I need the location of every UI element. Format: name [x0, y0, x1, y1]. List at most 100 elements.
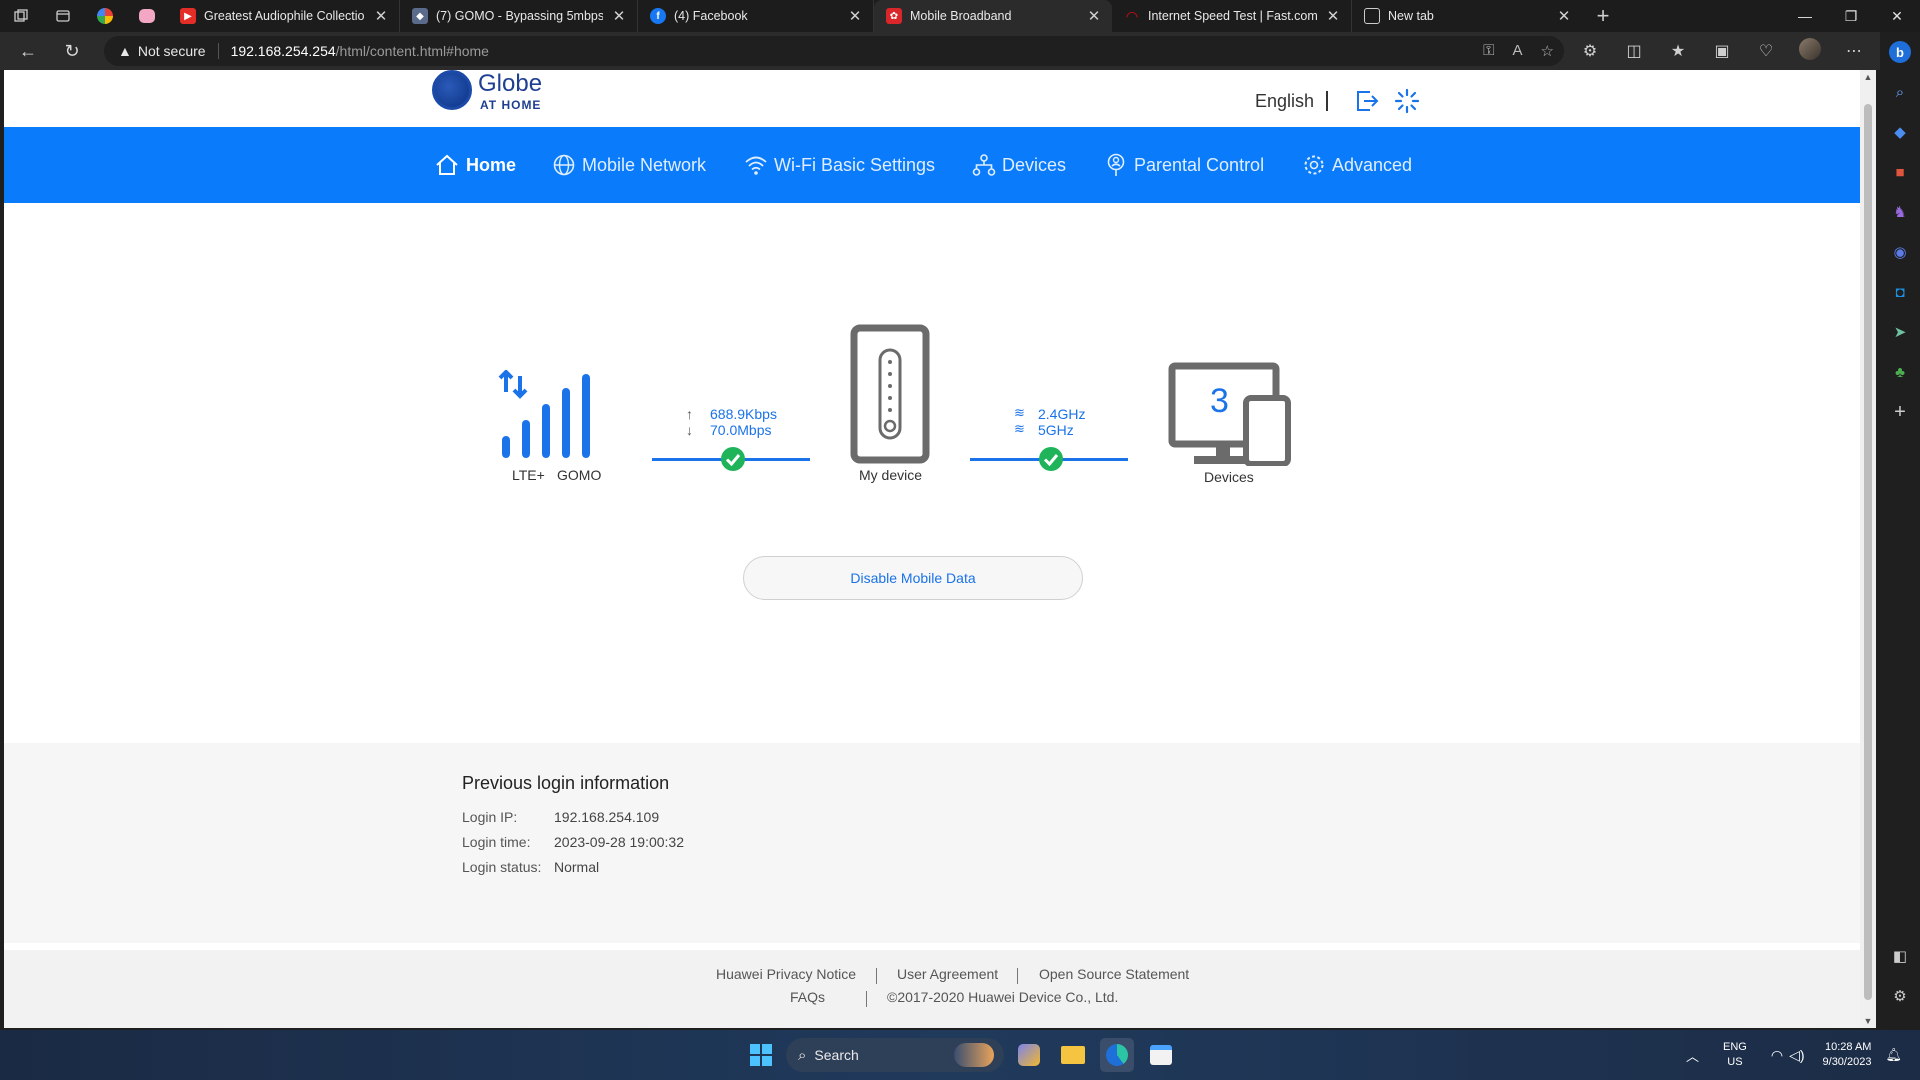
disable-mobile-data-button[interactable]: Disable Mobile Data — [743, 556, 1083, 600]
fast-icon: ◠ — [1126, 7, 1138, 24]
workspaces-icon[interactable] — [0, 0, 42, 32]
search-icon[interactable]: ⌕ — [1880, 72, 1920, 112]
nav-mobile-network[interactable]: Mobile Network — [552, 127, 706, 203]
favorites-icon[interactable]: ★ — [1656, 41, 1700, 61]
edge-icon — [1106, 1044, 1128, 1066]
browser-tab[interactable]: f (4) Facebook ✕ — [638, 0, 874, 32]
nav-advanced[interactable]: Advanced — [1302, 127, 1412, 203]
pinned-tab-google[interactable] — [84, 0, 126, 32]
login-status-row: Login status: Normal — [462, 859, 600, 875]
windows-taskbar: ⌕ Search ︿ ENG US ◠ ◁) 10:28 AM 9/30/202… — [0, 1030, 1920, 1080]
user-agreement-link[interactable]: User Agreement — [897, 966, 998, 982]
scroll-down-icon[interactable]: ▼ — [1860, 1016, 1876, 1026]
page-header: Globe AT HOME English — [4, 70, 1860, 127]
back-icon[interactable]: ← — [6, 32, 50, 70]
close-tab-icon[interactable]: ✕ — [611, 7, 627, 25]
profile-avatar[interactable] — [1788, 37, 1832, 65]
edge-app[interactable] — [1100, 1038, 1134, 1072]
restore-icon[interactable]: ❐ — [1828, 0, 1874, 32]
browser-tab[interactable]: ◠ Internet Speed Test | Fast.com ✕ — [1112, 0, 1352, 32]
nav-home[interactable]: Home — [434, 127, 516, 203]
collections-icon[interactable]: ▣ — [1700, 41, 1744, 61]
add-icon[interactable]: + — [1880, 392, 1920, 432]
tab-actions-icon[interactable] — [42, 0, 84, 32]
store-app[interactable] — [1144, 1038, 1178, 1072]
notification-bell-icon[interactable]: 🔔︎ — [1885, 1047, 1902, 1063]
start-button[interactable] — [744, 1038, 778, 1072]
window-controls: — ❐ ✕ — [1782, 0, 1920, 32]
close-tab-icon[interactable]: ✕ — [1556, 7, 1572, 25]
send-icon[interactable]: ➤ — [1880, 312, 1920, 352]
favorite-star-icon[interactable]: ☆ — [1541, 42, 1554, 60]
close-tab-icon[interactable]: ✕ — [1086, 7, 1102, 25]
bing-chat-icon[interactable]: b — [1880, 32, 1920, 72]
teams-icon — [1018, 1044, 1040, 1066]
connected-devices-icon[interactable] — [1168, 362, 1294, 466]
router-label: My device — [859, 467, 923, 483]
close-window-icon[interactable]: ✕ — [1874, 0, 1920, 32]
page-scrollbar[interactable]: ▲ ▼ — [1860, 70, 1876, 1028]
login-time-row: Login time: 2023-09-28 19:00:32 — [462, 834, 684, 850]
logout-icon[interactable] — [1354, 88, 1380, 114]
refresh-icon[interactable]: ↻ — [50, 32, 94, 70]
outlook-icon[interactable]: ◘ — [1880, 272, 1920, 312]
teams-app[interactable] — [1012, 1038, 1046, 1072]
settings-icon[interactable]: ⚙ — [1880, 976, 1920, 1016]
split-screen-icon[interactable]: ◫ — [1612, 41, 1656, 61]
shopping-icon[interactable]: ◆ — [1880, 112, 1920, 152]
router-device-icon[interactable] — [850, 324, 930, 464]
globe-logo-icon — [432, 70, 472, 110]
devices-icon — [972, 154, 996, 176]
network-type-label: LTE+ — [512, 467, 545, 483]
main-nav: Home Mobile Network Wi-Fi Basic Settings… — [4, 127, 1860, 203]
address-bar[interactable]: ▲ Not secure 192.168.254.254/html/conten… — [104, 36, 1564, 66]
chevron-up-icon[interactable]: ︿ — [1686, 1046, 1699, 1065]
extensions-icon[interactable]: ⚙ — [1568, 41, 1612, 61]
close-tab-icon[interactable]: ✕ — [373, 7, 389, 25]
close-tab-icon[interactable]: ✕ — [847, 7, 863, 25]
connected-check-icon — [721, 447, 745, 471]
nav-devices[interactable]: Devices — [972, 127, 1066, 203]
browser-tab[interactable]: ▶ Greatest Audiophile Collection 2 ✕ — [168, 0, 400, 32]
nav-wifi-basic-settings[interactable]: Wi-Fi Basic Settings — [744, 127, 935, 203]
faqs-link[interactable]: FAQs — [790, 989, 825, 1005]
divider — [217, 43, 219, 59]
volume-icon[interactable]: ◁) — [1789, 1047, 1804, 1064]
url-host: 192.168.254.254 — [230, 43, 336, 59]
close-tab-icon[interactable]: ✕ — [1325, 7, 1341, 25]
clock[interactable]: 10:28 AM 9/30/2023 — [1823, 1040, 1872, 1070]
browser-tab-active[interactable]: ✿ Mobile Broadband ✕ — [874, 0, 1112, 32]
globe-logo[interactable]: Globe AT HOME — [432, 70, 542, 112]
key-icon[interactable]: ⚿ — [1483, 42, 1494, 60]
read-aloud-icon[interactable]: A — [1513, 42, 1523, 60]
url-path: /html/content.html#home — [335, 43, 489, 59]
language-selector[interactable]: English — [1255, 91, 1314, 112]
scroll-up-icon[interactable]: ▲ — [1860, 72, 1876, 82]
new-tab-button[interactable]: + — [1582, 0, 1624, 32]
open-source-link[interactable]: Open Source Statement — [1039, 966, 1189, 982]
browser-tab[interactable]: ◆ (7) GOMO - Bypassing 5mbps g ✕ — [400, 0, 638, 32]
wifi-5-icon: ≋ — [1014, 421, 1025, 436]
wifi-status-icon[interactable]: ◠ — [1771, 1047, 1783, 1064]
wifi-24ghz-label: 2.4GHz — [1038, 406, 1086, 422]
browser-essentials-icon[interactable]: ♡ — [1744, 41, 1788, 61]
more-menu-icon[interactable]: ⋯ — [1832, 41, 1876, 61]
security-label[interactable]: Not secure — [138, 43, 206, 59]
tree-icon[interactable]: ♣ — [1880, 352, 1920, 392]
page-footer: Huawei Privacy Notice User Agreement Ope… — [4, 950, 1860, 1028]
scroll-thumb[interactable] — [1864, 104, 1872, 1000]
browser-tab[interactable]: New tab ✕ — [1352, 0, 1582, 32]
hide-sidebar-icon[interactable]: ◧ — [1880, 936, 1920, 976]
device-count[interactable]: 3 — [1210, 382, 1229, 421]
privacy-notice-link[interactable]: Huawei Privacy Notice — [716, 966, 856, 982]
tools-icon[interactable]: ■ — [1880, 152, 1920, 192]
games-icon[interactable]: ♞ — [1880, 192, 1920, 232]
language-indicator[interactable]: ENG US — [1723, 1040, 1747, 1070]
microsoft-365-icon[interactable]: ◉ — [1880, 232, 1920, 272]
pinned-tab-cat[interactable] — [126, 0, 168, 32]
nav-parental-control[interactable]: Parental Control — [1104, 127, 1264, 203]
file-explorer-app[interactable] — [1056, 1038, 1090, 1072]
minimize-icon[interactable]: — — [1782, 0, 1828, 32]
divider — [1017, 968, 1018, 984]
taskbar-search[interactable]: ⌕ Search — [786, 1038, 1004, 1072]
